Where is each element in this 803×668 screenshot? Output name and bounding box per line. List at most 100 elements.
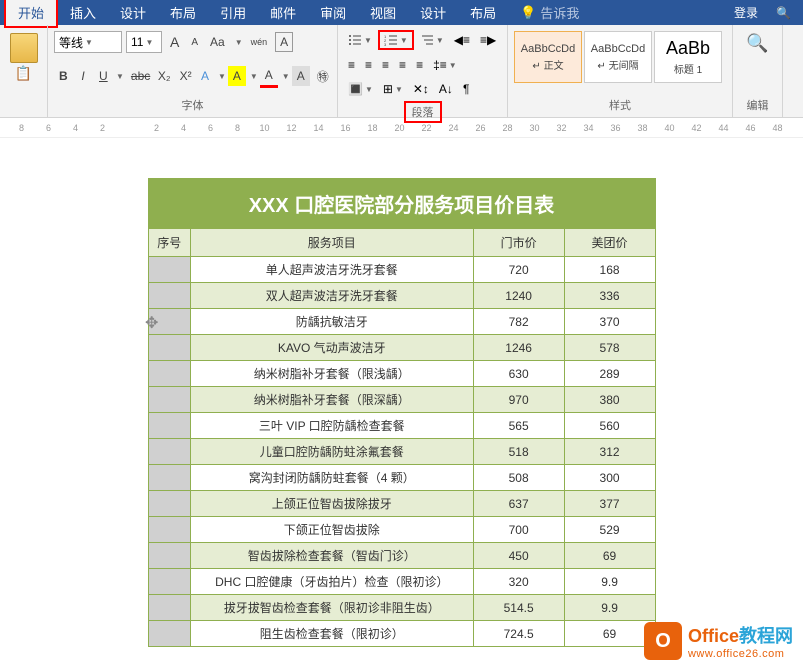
meituan-cell[interactable]: 370 (564, 309, 655, 335)
align-left-button[interactable]: ≡ (344, 56, 359, 74)
phonetic-guide-button[interactable]: wén (247, 35, 272, 49)
table-row[interactable]: 单人超声波洁牙洗牙套餐720168 (148, 257, 655, 283)
num-cell[interactable] (148, 257, 190, 283)
service-cell[interactable]: 窝沟封闭防龋防蛀套餐（4 颗） (190, 465, 473, 491)
format-painter-icon[interactable]: 📋 (15, 65, 32, 82)
find-icon-button[interactable]: 🔍 (739, 33, 776, 54)
retail-cell[interactable]: 720 (473, 257, 564, 283)
tab-insert[interactable]: 插入 (58, 0, 108, 26)
meituan-cell[interactable]: 578 (564, 335, 655, 361)
meituan-cell[interactable]: 300 (564, 465, 655, 491)
underline-button[interactable]: U (94, 66, 112, 86)
tab-reference[interactable]: 引用 (208, 0, 258, 26)
justify-button[interactable]: ≡ (395, 56, 410, 74)
numbered-list-button[interactable]: 123▼ (378, 30, 414, 50)
style-no-spacing[interactable]: AaBbCcDd ↵ 无间隔 (584, 31, 652, 83)
font-name-select[interactable]: 等线▼ (54, 31, 122, 53)
char-shading-button[interactable]: A (292, 66, 310, 86)
retail-cell[interactable]: 970 (473, 387, 564, 413)
font-size-select[interactable]: 11▼ (126, 31, 162, 53)
retail-cell[interactable]: 782 (473, 309, 564, 335)
table-row[interactable]: 上颌正位智齿拔除拔牙637377 (148, 491, 655, 517)
table-move-handle[interactable]: ✥ (145, 313, 158, 333)
num-cell[interactable] (148, 335, 190, 361)
table-row[interactable]: 智齿拔除检查套餐（智齿门诊）45069 (148, 543, 655, 569)
highlight-button[interactable]: A (228, 66, 246, 86)
service-cell[interactable]: 下颌正位智齿拔除 (190, 517, 473, 543)
num-cell[interactable] (148, 621, 190, 647)
sort-button[interactable]: A↓ (435, 80, 457, 98)
meituan-cell[interactable]: 9.9 (564, 595, 655, 621)
service-cell[interactable]: 单人超声波洁牙洗牙套餐 (190, 257, 473, 283)
num-cell[interactable] (148, 569, 190, 595)
meituan-cell[interactable]: 9.9 (564, 569, 655, 595)
meituan-cell[interactable]: 336 (564, 283, 655, 309)
bold-button[interactable]: B (54, 66, 72, 86)
font-color-button[interactable]: A (260, 65, 278, 88)
table-row[interactable]: 窝沟封闭防龋防蛀套餐（4 颗）508300 (148, 465, 655, 491)
service-cell[interactable]: 拔牙拔智齿检查套餐（限初诊非阻生齿） (190, 595, 473, 621)
retail-cell[interactable]: 450 (473, 543, 564, 569)
multilevel-list-button[interactable]: ▼ (416, 32, 448, 48)
tab-table-design[interactable]: 设计 (408, 0, 458, 26)
meituan-cell[interactable]: 168 (564, 257, 655, 283)
retail-cell[interactable]: 630 (473, 361, 564, 387)
table-row[interactable]: 纳米树脂补牙套餐（限深龋）970380 (148, 387, 655, 413)
style-heading1[interactable]: AaBb 标题 1 (654, 31, 722, 83)
tab-design[interactable]: 设计 (108, 0, 158, 26)
retail-cell[interactable]: 320 (473, 569, 564, 595)
subscript-button[interactable]: X₂ (153, 66, 173, 86)
change-case-button[interactable]: Aa (206, 33, 229, 51)
shading-button[interactable]: 🔳▼ (344, 80, 377, 98)
tab-review[interactable]: 审阅 (308, 0, 358, 26)
paste-icon[interactable] (10, 33, 38, 63)
tab-table-layout[interactable]: 布局 (458, 0, 508, 26)
retail-cell[interactable]: 724.5 (473, 621, 564, 647)
retail-cell[interactable]: 1240 (473, 283, 564, 309)
shrink-font-button[interactable]: A (187, 35, 202, 50)
num-cell[interactable] (148, 283, 190, 309)
service-cell[interactable]: 纳米树脂补牙套餐（限深龋） (190, 387, 473, 413)
meituan-cell[interactable]: 312 (564, 439, 655, 465)
num-cell[interactable] (148, 439, 190, 465)
tell-me-search[interactable]: 💡告诉我 (508, 0, 591, 26)
table-row[interactable]: 儿童口腔防龋防蛀涂氟套餐518312 (148, 439, 655, 465)
tab-mail[interactable]: 邮件 (258, 0, 308, 26)
strike-button[interactable]: abc (126, 66, 151, 86)
retail-cell[interactable]: 514.5 (473, 595, 564, 621)
retail-cell[interactable]: 1246 (473, 335, 564, 361)
num-cell[interactable] (148, 387, 190, 413)
grow-font-button[interactable]: A (166, 32, 183, 52)
table-row[interactable]: 下颌正位智齿拔除700529 (148, 517, 655, 543)
retail-cell[interactable]: 508 (473, 465, 564, 491)
meituan-cell[interactable]: 377 (564, 491, 655, 517)
enclose-char-button[interactable]: ㊕ (312, 65, 331, 88)
service-cell[interactable]: 阻生齿检查套餐（限初诊） (190, 621, 473, 647)
service-cell[interactable]: 上颌正位智齿拔除拔牙 (190, 491, 473, 517)
num-cell[interactable] (148, 543, 190, 569)
num-cell[interactable] (148, 491, 190, 517)
decrease-indent-button[interactable]: ◀≡ (450, 31, 474, 49)
meituan-cell[interactable]: 69 (564, 621, 655, 647)
table-row[interactable]: 三叶 VIP 口腔防龋检查套餐565560 (148, 413, 655, 439)
meituan-cell[interactable]: 380 (564, 387, 655, 413)
increase-indent-button[interactable]: ≡▶ (476, 31, 500, 49)
tab-view[interactable]: 视图 (358, 0, 408, 26)
text-effect-button[interactable]: A (196, 66, 214, 86)
tab-layout[interactable]: 布局 (158, 0, 208, 26)
num-cell[interactable] (148, 361, 190, 387)
table-row[interactable]: KAVO 气动声波洁牙1246578 (148, 335, 655, 361)
table-row[interactable]: 双人超声波洁牙洗牙套餐1240336 (148, 283, 655, 309)
align-center-button[interactable]: ≡ (361, 56, 376, 74)
retail-cell[interactable]: 700 (473, 517, 564, 543)
show-marks-button[interactable]: ¶ (459, 80, 473, 98)
service-cell[interactable]: 纳米树脂补牙套餐（限浅龋） (190, 361, 473, 387)
meituan-cell[interactable]: 560 (564, 413, 655, 439)
meituan-cell[interactable]: 289 (564, 361, 655, 387)
table-row[interactable]: DHC 口腔健康（牙齿拍片）检查（限初诊）3209.9 (148, 569, 655, 595)
service-cell[interactable]: 防龋抗敏洁牙 (190, 309, 473, 335)
service-cell[interactable]: KAVO 气动声波洁牙 (190, 335, 473, 361)
align-right-button[interactable]: ≡ (378, 56, 393, 74)
borders-button[interactable]: ⊞▼ (379, 80, 407, 98)
snap-button[interactable]: ✕↕ (409, 80, 433, 98)
